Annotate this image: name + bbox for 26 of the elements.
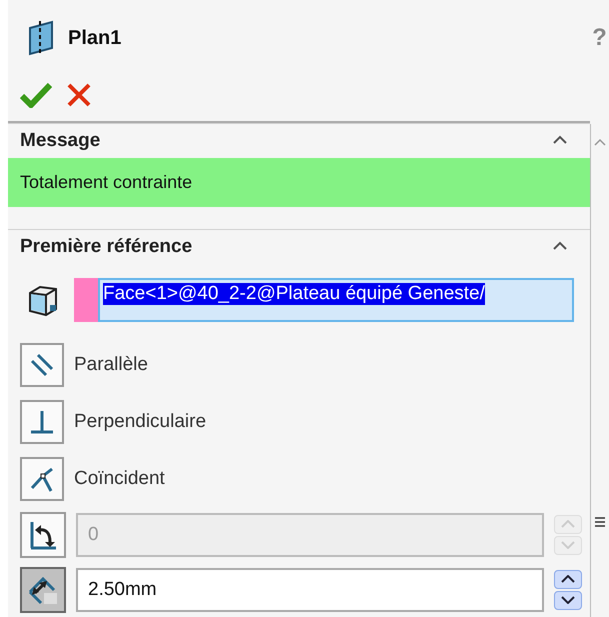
section-title: Première référence	[20, 236, 192, 258]
panel-title: Plan1	[68, 26, 122, 50]
perpendicular-button[interactable]	[20, 400, 64, 444]
distance-toggle[interactable]	[20, 566, 66, 612]
chevron-up-icon	[561, 520, 575, 528]
spin-down-button[interactable]	[554, 590, 582, 610]
chevron-down-icon	[561, 596, 575, 604]
checkmark-icon[interactable]	[20, 82, 52, 108]
option-label: Coïncident	[74, 468, 165, 490]
collapse-icon[interactable]	[552, 241, 568, 251]
option-label: Perpendiculaire	[74, 410, 206, 432]
splitter-icon[interactable]	[595, 516, 605, 528]
option-label: Parallèle	[74, 354, 148, 376]
parallel-button[interactable]	[20, 342, 64, 386]
chevron-up-icon	[561, 575, 575, 583]
section-title: Message	[20, 130, 100, 152]
close-icon[interactable]	[66, 82, 92, 108]
plane-icon	[26, 20, 56, 56]
face-icon	[26, 283, 60, 317]
coincident-button[interactable]	[20, 456, 64, 500]
scroll-up-icon[interactable]	[594, 138, 606, 146]
spin-up-button[interactable]	[554, 570, 582, 588]
chevron-down-icon	[561, 541, 575, 549]
collapse-icon[interactable]	[552, 135, 568, 145]
status-message: Totalement contrainte	[8, 158, 590, 207]
distance-field[interactable]: 2.50mm	[76, 568, 544, 612]
